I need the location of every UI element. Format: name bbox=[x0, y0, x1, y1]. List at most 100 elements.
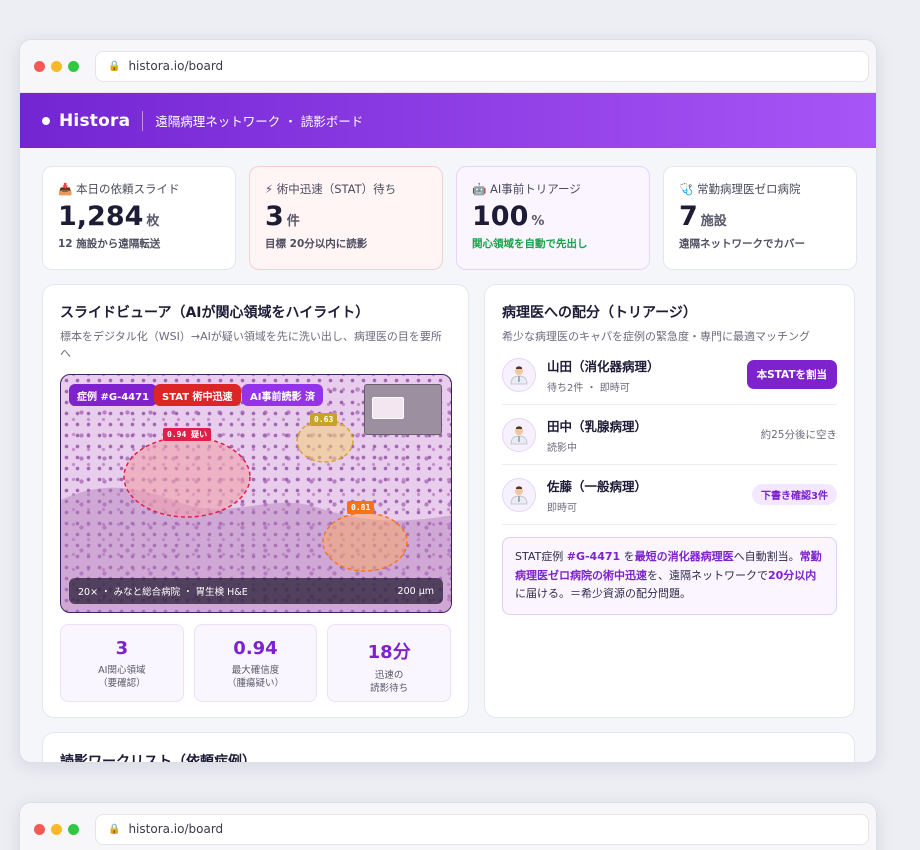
triage-title: 病理医への配分（トリアージ） bbox=[502, 305, 697, 321]
stat-label: ⚡ 術中迅速（STAT）待ち bbox=[265, 182, 397, 196]
slide-info: 20× ・ みなと総合病院 ・ 胃生検 H&E bbox=[78, 587, 248, 599]
address-bar[interactable]: 🔒 historа.io/board bbox=[95, 50, 869, 82]
note-text: へ自動割当。 bbox=[733, 550, 800, 564]
stat-number: 1,284 bbox=[58, 201, 144, 232]
maximize-window-button[interactable] bbox=[68, 823, 79, 835]
note-case-id: #G-4471 bbox=[566, 550, 621, 564]
doctor-name: 田中（乳腺病理） bbox=[547, 418, 648, 434]
note-text: に届ける。＝希少資源の配分問題。 bbox=[515, 587, 691, 601]
doctor-row: 田中（乳腺病理） 読影中 約25分後に空き bbox=[502, 405, 837, 466]
metric-max-confidence: 0.94 最大確信度 （腫瘍疑い） bbox=[193, 624, 318, 703]
doctor-name: 山田（消化器病理） bbox=[547, 358, 660, 374]
brand-name[interactable]: Historа bbox=[59, 111, 130, 131]
doctor-name: 佐藤（一般病理） bbox=[547, 478, 648, 494]
doctor-avatar-icon bbox=[502, 417, 536, 452]
stat-unit: 施設 bbox=[700, 214, 727, 229]
page-title: 遠隔病理ネットワーク ・ 読影ボード bbox=[155, 114, 364, 129]
browser-chrome: 🔒 historа.io/board bbox=[20, 803, 876, 850]
note-text: STAT症例 bbox=[515, 550, 567, 564]
doctor-info: 田中（乳腺病理） 読影中 bbox=[547, 416, 761, 454]
doctor-availability: 約25分後に空き bbox=[760, 429, 837, 442]
minimize-window-button[interactable] bbox=[51, 823, 62, 835]
header-divider bbox=[142, 110, 144, 131]
viewer-subtitle: 標本をデジタル化（WSI）→AIが疑い領域を先に洗い出し、病理医の目を要所へ bbox=[60, 330, 442, 361]
triage-subtitle: 希少な病理医のキャパを症例の緊急度・専門に最適マッチング bbox=[502, 330, 810, 343]
note-text: を、遠隔ネットワークで bbox=[647, 568, 768, 582]
doctor-avatar-icon bbox=[502, 357, 536, 392]
doctor-info: 山田（消化器病理） 待ち2件 ・ 即時可 bbox=[547, 356, 747, 394]
slide-minimap[interactable] bbox=[364, 384, 442, 436]
stat-value: 100% bbox=[472, 201, 634, 232]
ai-read-chip: AI事前読影 済 bbox=[242, 384, 323, 407]
stat-note: 関心領域を自動で先出し bbox=[472, 238, 588, 251]
stat-number: 100 bbox=[472, 201, 529, 232]
metric-value: 0.94 bbox=[233, 638, 278, 660]
stat-card-ai-triage: 🤖 AI事前トリアージ 100% 関心領域を自動で先出し bbox=[456, 166, 650, 270]
minimize-window-button[interactable] bbox=[51, 60, 62, 72]
address-bar[interactable]: 🔒 historа.io/board bbox=[95, 813, 869, 845]
stat-label: 🩺 常勤病理医ゼロ病院 bbox=[679, 182, 801, 196]
doctor-row: 山田（消化器病理） 待ち2件 ・ 即時可 本STATを割当 bbox=[502, 345, 837, 406]
url-text: historа.io/board bbox=[128, 822, 224, 836]
app-header: Historа 遠隔病理ネットワーク ・ 読影ボード bbox=[20, 93, 876, 148]
roi-low[interactable] bbox=[296, 419, 354, 463]
scale-bar-label: 200 µm bbox=[397, 585, 434, 597]
roi-medium[interactable] bbox=[322, 512, 408, 572]
stat-unit: 件 bbox=[286, 214, 300, 229]
minimap-viewport[interactable] bbox=[372, 397, 404, 420]
lock-icon: 🔒 bbox=[108, 823, 121, 835]
note-highlight: 最短の消化器病理医 bbox=[634, 550, 734, 564]
draft-review-badge[interactable]: 下書き確認3件 bbox=[752, 484, 837, 506]
doctor-avatar-icon bbox=[502, 477, 536, 512]
metric-wait-time: 18分 迅速の 読影待ち bbox=[327, 624, 452, 703]
metric-label: AI関心領域 （要確認） bbox=[98, 665, 146, 689]
metric-value: 3 bbox=[115, 638, 129, 660]
triage-card: 病理医への配分（トリアージ） 希少な病理医のキャパを症例の緊急度・専門に最適マッ… bbox=[484, 284, 855, 718]
slide-caption: 20× ・ みなと総合病院 ・ 胃生検 H&E 200 µm bbox=[69, 578, 443, 605]
stat-note: 遠隔ネットワークでカバー bbox=[679, 238, 805, 251]
url-text: historа.io/board bbox=[128, 59, 224, 73]
case-id-chip: 症例 #G-4471 bbox=[69, 384, 158, 407]
triage-summary-note: STAT症例 #G-4471 を最短の消化器病理医へ自動割当。常勤病理医ゼロ病院… bbox=[502, 537, 837, 616]
roi-label-low: 0.63 bbox=[310, 413, 338, 427]
slide-viewer-card: スライドビューア（AIが関心領域をハイライト） 標本をデジタル化（WSI）→AI… bbox=[42, 284, 469, 718]
maximize-window-button[interactable] bbox=[68, 60, 79, 72]
doctor-meta: 即時可 bbox=[547, 502, 577, 514]
close-window-button[interactable] bbox=[34, 60, 45, 72]
stat-chip: STAT 術中迅速 bbox=[154, 384, 241, 407]
note-text: を bbox=[620, 550, 635, 564]
stat-value: 3件 bbox=[265, 201, 427, 232]
viewer-title: スライドビューア（AIが関心領域をハイライト） bbox=[60, 305, 370, 321]
doctor-meta: 待ち2件 ・ 即時可 bbox=[547, 382, 630, 394]
doctor-meta: 読影中 bbox=[547, 442, 577, 454]
stat-card-requests: 📥 本日の依頼スライド 1,284 枚 12 施設から遠隔転送 bbox=[42, 166, 236, 270]
stat-value: 1,284 枚 bbox=[58, 201, 220, 232]
doctor-row: 佐藤（一般病理） 即時可 下書き確認3件 bbox=[502, 465, 837, 526]
stats-row: 📥 本日の依頼スライド 1,284 枚 12 施設から遠隔転送 ⚡ 術中迅速（ST… bbox=[42, 166, 857, 270]
metric-value: 18分 bbox=[367, 642, 411, 664]
doctor-info: 佐藤（一般病理） 即時可 bbox=[547, 476, 752, 514]
metric-label: 最大確信度 （腫瘍疑い） bbox=[227, 665, 285, 689]
note-highlight: 20分以内 bbox=[768, 568, 817, 582]
browser-window-secondary: 🔒 historа.io/board bbox=[19, 802, 877, 850]
browser-window: 🔒 historа.io/board Historа 遠隔病理ネットワーク ・ … bbox=[19, 39, 877, 763]
roi-label-high: 0.94 疑い bbox=[163, 428, 212, 442]
close-window-button[interactable] bbox=[34, 823, 45, 835]
stat-card-stat-waiting: ⚡ 術中迅速（STAT）待ち 3件 目標 20分以内に読影 bbox=[249, 166, 443, 270]
stat-number: 7 bbox=[679, 201, 698, 232]
roi-high[interactable] bbox=[123, 436, 251, 518]
browser-chrome: 🔒 historа.io/board bbox=[20, 40, 876, 93]
stat-label: 🤖 AI事前トリアージ bbox=[472, 182, 581, 196]
slide-image[interactable]: 症例 #G-4471 STAT 術中迅速 AI事前読影 済 0.94 疑い 0.… bbox=[60, 374, 452, 614]
metric-label: 迅速の 読影待ち bbox=[370, 670, 409, 694]
stat-unit: 枚 bbox=[146, 214, 160, 229]
stat-number: 3 bbox=[265, 201, 284, 232]
roi-label-medium: 0.81 bbox=[347, 501, 375, 515]
metric-roi-count: 3 AI関心領域 （要確認） bbox=[60, 624, 184, 703]
stat-value: 7 施設 bbox=[679, 201, 841, 232]
stat-label: 📥 本日の依頼スライド bbox=[58, 182, 180, 196]
worklist-title: 読影ワークリスト（依頼症例） bbox=[60, 754, 256, 763]
assign-stat-button[interactable]: 本STATを割当 bbox=[746, 360, 837, 390]
worklist-card: 読影ワークリスト（依頼症例） bbox=[42, 732, 855, 763]
lock-icon: 🔒 bbox=[108, 60, 121, 72]
